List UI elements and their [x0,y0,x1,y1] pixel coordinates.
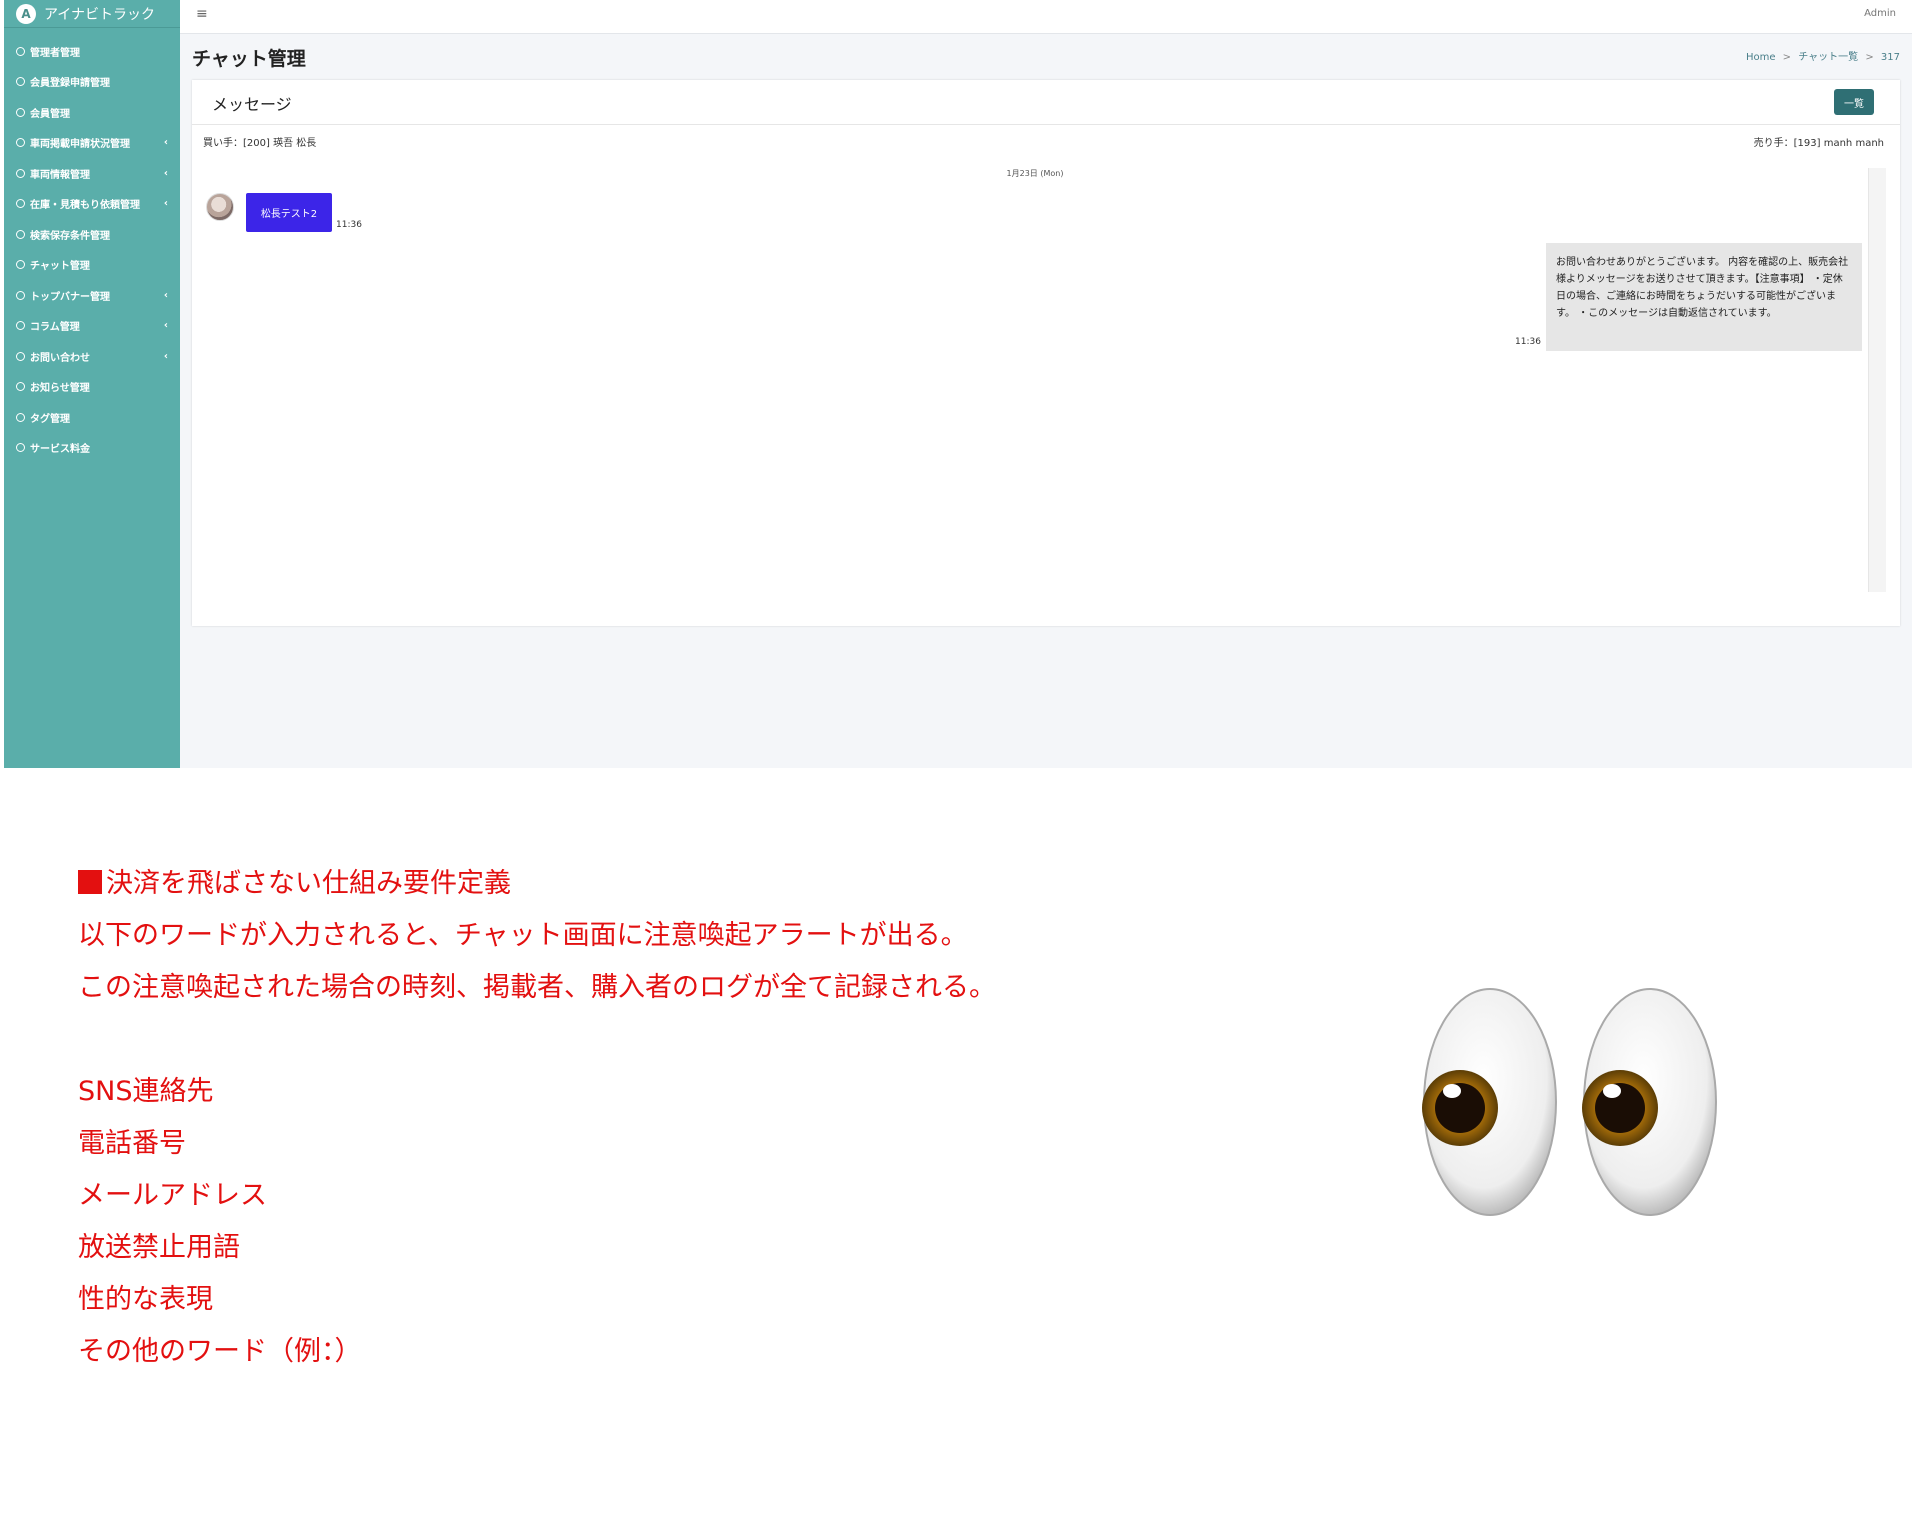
notes-heading-text: 決済を飛ばさない仕組み要件定義 [106,868,511,899]
user-menu[interactable]: Admin [1864,8,1896,19]
card-header: メッセージ 一覧 [192,80,1900,125]
notes-spacer [78,1014,996,1066]
sidebar-item-label: トップバナー管理 [30,291,110,303]
circle-icon [16,107,25,117]
brand[interactable]: A アイナビトラック [4,0,180,28]
circle-icon [16,412,25,422]
alert-word: 放送禁止用語 [78,1232,240,1263]
circle-icon [16,382,25,392]
breadcrumb-home[interactable]: Home [1746,52,1776,63]
page-title: チャット管理 [192,48,306,70]
chat-scrollbar[interactable] [1868,168,1886,592]
sidebar-item[interactable]: 会員登録申請管理 [4,67,180,98]
sidebar-item[interactable]: 車両情報管理 ‹ [4,158,180,189]
chevron-left-icon: ‹ [163,350,168,362]
sidebar-item-label: 会員管理 [30,108,70,120]
sidebar: A アイナビトラック 管理者管理 会員登録申請管理 会員管理 車両掲載申請状況管理 ‹ 車… [4,0,180,768]
circle-icon [16,321,25,331]
alert-word: メールアドレス [78,1180,267,1211]
sidebar-item-label: お知らせ管理 [30,383,90,395]
breadcrumb-separator: > [1865,52,1874,63]
breadcrumb-chat-list[interactable]: チャット一覧 [1798,52,1858,63]
buyer-label: 買い手：[200] 瑛吾 松長 [203,138,317,149]
brand-name: アイナビトラック [44,6,156,23]
sidebar-item[interactable]: チャット管理 [4,250,180,281]
sidebar-item[interactable]: 管理者管理 [4,36,180,67]
chevron-left-icon: ‹ [163,137,168,149]
notes-line: この注意喚起された場合の時刻、掲載者、購入者のログが全て記録される。 [78,972,996,1003]
word-list: SNS連絡先 電話番号メールアドレス 放送禁止用語 性的な表現その他のワード（例：） [78,1066,996,1378]
eyes-emoji-icon [1422,988,1717,1216]
breadcrumb-current: 317 [1880,52,1900,63]
alert-word: 性的な表現 [78,1284,213,1315]
requirements-notes: 決済を飛ばさない仕組み要件定義 以下のワードが入力されると、チャット画面に注意喚… [78,858,996,1378]
sidebar-item-label: コラム管理 [30,322,80,334]
sidebar-item-label: 在庫・見積もり依頼管理 [30,200,140,212]
sidebar-item[interactable]: お問い合わせ ‹ [4,341,180,372]
incoming-message-time: 11:36 [336,220,362,230]
breadcrumb-separator: > [1782,52,1792,63]
circle-icon [16,168,25,178]
square-bullet-icon [78,870,102,894]
alert-word: 電話番号 [78,1128,186,1159]
chevron-left-icon: ‹ [163,198,168,210]
outgoing-message-time: 11:36 [1515,337,1541,347]
circle-icon [16,351,25,361]
sidebar-item-label: サービス料金 [30,444,90,456]
outgoing-message: お問い合わせありがとうございます。 内容を確認の上、販売会社様よりメッセージをお… [1546,243,1862,351]
notes-line: 以下のワードが入力されると、チャット画面に注意喚起アラートが出る。 [78,920,968,951]
sidebar-item-label: 管理者管理 [30,47,80,59]
sidebar-item-label: お問い合わせ [30,352,90,364]
hamburger-menu-icon[interactable]: ≡ [196,6,208,22]
sidebar-item[interactable]: 会員管理 [4,97,180,128]
sidebar-item-label: 車両情報管理 [30,169,90,181]
circle-icon [16,46,25,56]
breadcrumb: Home > チャット一覧 > 317 [1746,48,1900,63]
seller-label: 売り手：[193] manh manh [1753,138,1884,149]
circle-icon [16,77,25,87]
avatar [206,193,234,221]
sidebar-item[interactable]: コラム管理 ‹ [4,311,180,342]
sidebar-item[interactable]: 車両掲載申請状況管理 ‹ [4,128,180,159]
sidebar-item-label: 会員登録申請管理 [30,78,110,90]
sidebar-item-label: タグ管理 [30,413,70,425]
alert-word: SNS連絡先 [78,1076,214,1107]
sidebar-item-label: チャット管理 [30,261,90,273]
message-card: メッセージ 一覧 買い手：[200] 瑛吾 松長 売り手：[193] manh … [192,80,1900,626]
circle-icon [16,138,25,148]
circle-icon [16,443,25,453]
brand-logo-icon: A [16,3,36,24]
circle-icon [16,290,25,300]
sidebar-item[interactable]: 在庫・見積もり依頼管理 ‹ [4,189,180,220]
circle-icon [16,229,25,239]
sidebar-item[interactable]: トップバナー管理 ‹ [4,280,180,311]
chevron-left-icon: ‹ [163,320,168,332]
chevron-left-icon: ‹ [163,289,168,301]
alert-word: その他のワード（例：） [78,1336,362,1367]
sidebar-item[interactable]: サービス料金 [4,433,180,464]
chevron-left-icon: ‹ [163,167,168,179]
incoming-message: 松長テスト2 [246,193,332,232]
circle-icon [16,260,25,270]
card-title: メッセージ [212,95,292,114]
list-button[interactable]: 一覧 [1834,89,1874,115]
topbar: ≡ Admin [180,0,1912,34]
sidebar-item[interactable]: お知らせ管理 [4,372,180,403]
sidebar-nav: 管理者管理 会員登録申請管理 会員管理 車両掲載申請状況管理 ‹ 車両情報管理 ‹ 在庫・見積… [4,36,180,463]
notes-heading: 決済を飛ばさない仕組み要件定義 [78,858,996,910]
sidebar-item-label: 検索保存条件管理 [30,230,110,242]
admin-app: A アイナビトラック 管理者管理 会員登録申請管理 会員管理 車両掲載申請状況管理 ‹ 車… [4,0,1912,768]
circle-icon [16,199,25,209]
date-separator: 1月23日 (Mon) [1006,169,1064,178]
sidebar-item[interactable]: タグ管理 [4,402,180,433]
sidebar-item[interactable]: 検索保存条件管理 [4,219,180,250]
sidebar-item-label: 車両掲載申請状況管理 [30,139,130,151]
